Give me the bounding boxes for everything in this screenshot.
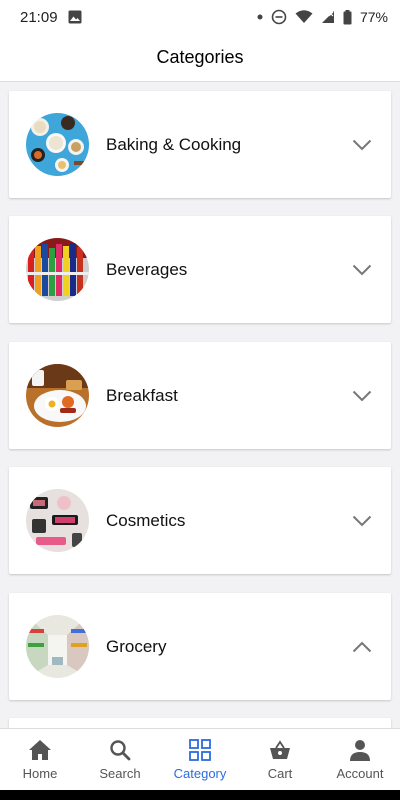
category-card-partial[interactable] [9, 718, 391, 728]
chevron-up-icon[interactable] [342, 627, 382, 667]
chevron-down-icon[interactable] [342, 501, 382, 541]
cosmetics-products-image [26, 489, 89, 552]
chevron-down-icon[interactable] [342, 250, 382, 290]
cellular-signal-icon [321, 10, 335, 24]
home-icon [28, 738, 52, 762]
category-card-baking-cooking[interactable]: Baking & Cooking [9, 91, 391, 198]
nav-label: Search [99, 766, 141, 781]
baking-ingredients-image [26, 113, 89, 176]
nav-label: Cart [267, 766, 293, 781]
nav-item-category[interactable]: Category [160, 729, 240, 790]
system-navigation-bar [0, 790, 400, 800]
search-icon [109, 738, 131, 762]
person-icon [349, 738, 371, 762]
category-label: Grocery [106, 636, 167, 656]
breakfast-plate-image [26, 364, 89, 427]
category-label: Beverages [106, 259, 188, 279]
category-label: Baking & Cooking [106, 134, 242, 154]
category-card-beverages[interactable]: Beverages [9, 216, 391, 323]
category-label: Breakfast [106, 385, 178, 405]
nav-item-account[interactable]: Account [320, 729, 400, 790]
basket-icon [269, 738, 291, 762]
battery-icon [343, 9, 352, 25]
nav-item-search[interactable]: Search [80, 729, 160, 790]
chevron-down-icon[interactable] [342, 125, 382, 165]
status-time: 21:09 [20, 8, 58, 26]
app-header: Categories [0, 34, 400, 82]
chevron-down-icon[interactable] [342, 376, 382, 416]
page-title: Categories [156, 47, 244, 67]
wifi-icon [295, 10, 313, 24]
nav-item-home[interactable]: Home [0, 729, 80, 790]
nav-item-cart[interactable]: Cart [240, 729, 320, 790]
bottom-navigation: Home Search Category Cart Account [0, 728, 400, 790]
grid-icon [189, 738, 211, 762]
category-card-breakfast[interactable]: Breakfast [9, 342, 391, 449]
notification-dot-icon [257, 14, 263, 20]
nav-label: Home [22, 766, 58, 781]
nav-label: Category [173, 766, 227, 781]
category-card-grocery[interactable]: Grocery [9, 593, 391, 700]
status-bar: 21:09 77% [0, 0, 400, 34]
beverage-bottles-image [26, 238, 89, 301]
category-label: Cosmetics [106, 510, 186, 530]
category-list[interactable]: Baking & Cooking Beverages Breakfast Cos… [0, 82, 400, 728]
grocery-aisle-image [26, 615, 89, 678]
do-not-disturb-icon [271, 9, 287, 25]
battery-percent: 77% [359, 9, 388, 25]
image-notification-icon [68, 10, 82, 24]
nav-label: Account [336, 766, 384, 781]
category-card-cosmetics[interactable]: Cosmetics [9, 467, 391, 574]
